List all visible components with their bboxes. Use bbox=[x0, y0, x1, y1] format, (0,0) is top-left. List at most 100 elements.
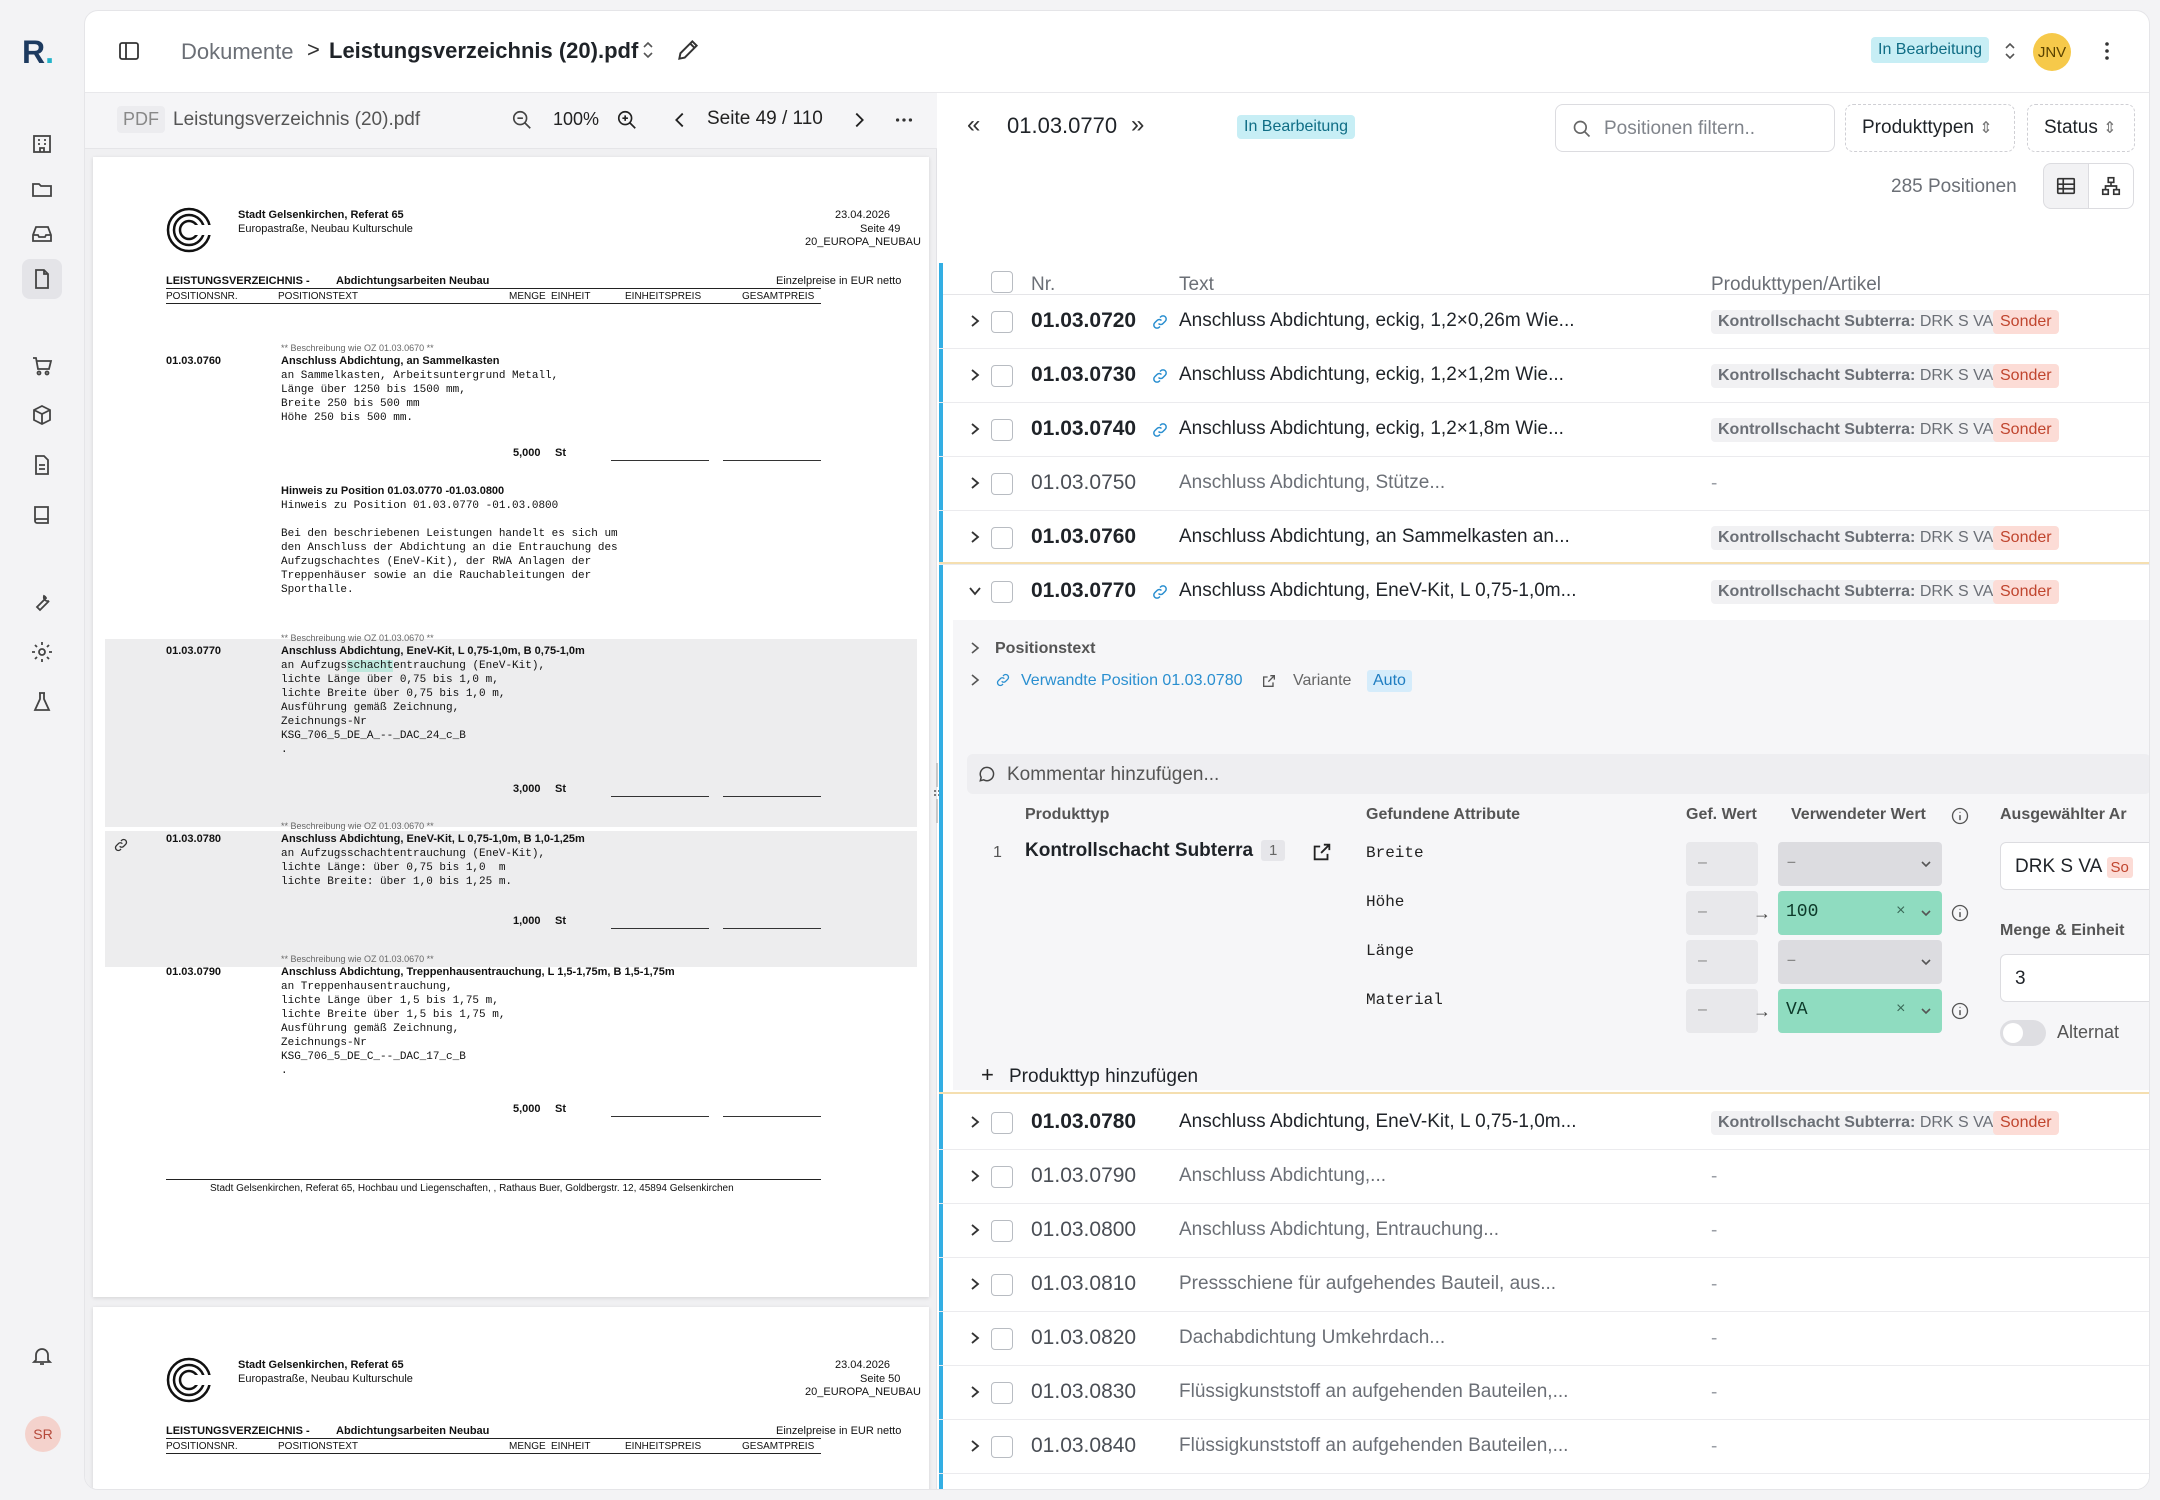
last-position-button[interactable]: » bbox=[1131, 111, 1144, 139]
pencil-icon[interactable] bbox=[675, 37, 701, 63]
chevron-right-icon[interactable] bbox=[967, 672, 983, 688]
row-checkbox[interactable] bbox=[991, 311, 1013, 333]
table-row[interactable]: 01.03.0810 Pressschiene für aufgehendes B… bbox=[939, 1258, 2149, 1312]
box-icon[interactable] bbox=[22, 395, 62, 435]
used-value-select[interactable]: 100 × bbox=[1778, 891, 1942, 935]
add-producttype-button[interactable]: Produkttyp hinzufügen bbox=[1009, 1066, 1198, 1088]
flask-icon[interactable] bbox=[22, 682, 62, 722]
row-checkbox[interactable] bbox=[991, 1112, 1013, 1134]
chevron-right-icon[interactable] bbox=[967, 529, 983, 545]
column-producttypes[interactable]: Produkttypen/Artikel bbox=[1711, 274, 1881, 296]
select-all-checkbox[interactable] bbox=[991, 271, 1013, 293]
chevron-down-icon[interactable] bbox=[1920, 956, 1932, 968]
bell-icon[interactable] bbox=[22, 1336, 62, 1376]
row-checkbox[interactable] bbox=[991, 365, 1013, 387]
chevron-right-icon[interactable] bbox=[967, 1222, 983, 1238]
breadcrumb-document-title[interactable]: Leistungsverzeichnis (20).pdf bbox=[329, 38, 638, 64]
chevron-right-icon[interactable] bbox=[967, 1438, 983, 1454]
chevron-left-icon[interactable] bbox=[669, 109, 691, 131]
position-text[interactable]: Flüssigkunststoff an aufgehenden Bauteil… bbox=[1179, 1435, 1568, 1457]
position-number[interactable]: 01.03.0780 bbox=[1031, 1110, 1136, 1134]
producttype-chip[interactable]: Kontrollschacht Subterra: DRK S VA bbox=[1711, 310, 2001, 334]
table-row[interactable]: 01.03.0850 Anschluss der Abdichtung, Gelä… bbox=[939, 1474, 2149, 1489]
table-row[interactable]: 01.03.0780 Anschluss Abdichtung, EneV-Kit… bbox=[939, 1096, 2149, 1150]
clear-icon[interactable]: × bbox=[1896, 1000, 1906, 1018]
position-number[interactable]: 01.03.0830 bbox=[1031, 1380, 1136, 1404]
external-link-icon[interactable] bbox=[1311, 841, 1333, 863]
book-icon[interactable] bbox=[22, 495, 62, 535]
info-icon[interactable] bbox=[1950, 903, 1970, 923]
position-text[interactable]: Anschluss Abdichtung, Entrauchung... bbox=[1179, 1219, 1499, 1241]
chevron-right-icon[interactable] bbox=[967, 421, 983, 437]
chevron-down-icon[interactable] bbox=[1920, 907, 1932, 919]
position-number[interactable]: 01.03.0850 bbox=[1031, 1488, 1136, 1489]
producttype-chip[interactable]: Kontrollschacht Subterra: DRK S VA bbox=[1711, 364, 2001, 388]
zoom-in-icon[interactable] bbox=[616, 109, 638, 131]
producttype-chip[interactable]: Kontrollschacht Subterra: DRK S VA bbox=[1711, 418, 2001, 442]
position-status-badge[interactable]: In Bearbeitung bbox=[1237, 115, 1356, 139]
status-dropdown[interactable]: Status ⇕ bbox=[2027, 104, 2135, 152]
table-row[interactable]: 01.03.0790 Anschluss Abdichtung,... - bbox=[939, 1150, 2149, 1204]
table-row[interactable]: 01.03.0750 Anschluss Abdichtung, Stütze..… bbox=[939, 457, 2149, 511]
external-link-icon[interactable] bbox=[1261, 673, 1277, 689]
chevron-right-icon[interactable] bbox=[967, 313, 983, 329]
producttype-chip[interactable]: Kontrollschacht Subterra: DRK S VA bbox=[1711, 1111, 2001, 1135]
producttypes-dropdown[interactable]: Produkttypen ⇕ bbox=[1845, 104, 2015, 152]
app-logo[interactable]: R. bbox=[22, 34, 58, 70]
row-checkbox[interactable] bbox=[991, 1274, 1013, 1296]
document-status-badge[interactable]: In Bearbeitung bbox=[1871, 37, 1990, 63]
link-icon[interactable] bbox=[1151, 367, 1169, 385]
position-number[interactable]: 01.03.0840 bbox=[1031, 1434, 1136, 1458]
row-checkbox[interactable] bbox=[991, 473, 1013, 495]
inbox-icon[interactable] bbox=[22, 214, 62, 254]
table-row[interactable]: 01.03.0820 Dachabdichtung Umkehrdach... - bbox=[939, 1312, 2149, 1366]
position-number[interactable]: 01.03.0740 bbox=[1031, 417, 1136, 441]
info-icon[interactable] bbox=[1950, 806, 1970, 826]
positionstext-toggle[interactable]: Positionstext bbox=[995, 640, 1095, 658]
row-checkbox[interactable] bbox=[991, 419, 1013, 441]
chevron-right-icon[interactable] bbox=[967, 1114, 983, 1130]
used-value-select[interactable]: VA × bbox=[1778, 989, 1942, 1033]
chevron-right-icon[interactable] bbox=[848, 109, 870, 131]
position-text[interactable]: Anschluss Abdichtung, eckig, 1,2×1,2m Wi… bbox=[1179, 364, 1564, 386]
position-text[interactable]: Anschluss Abdichtung, Stütze... bbox=[1179, 472, 1445, 494]
chevron-up-down-icon[interactable] bbox=[640, 39, 656, 61]
table-row[interactable]: 01.03.0720 Anschluss Abdichtung, eckig, 1… bbox=[939, 295, 2149, 349]
positions-filter-input[interactable]: Positionen filtern.. bbox=[1555, 104, 1835, 152]
selected-article-select[interactable]: DRK S VA So bbox=[2000, 842, 2149, 890]
cart-icon[interactable] bbox=[22, 346, 62, 386]
table-row[interactable]: 01.03.0830 Flüssigkunststoff an aufgehend… bbox=[939, 1366, 2149, 1420]
position-number[interactable]: 01.03.0730 bbox=[1031, 363, 1136, 387]
position-text[interactable]: Anschluss Abdichtung, an Sammelkasten an… bbox=[1179, 526, 1570, 548]
plus-icon[interactable]: + bbox=[981, 1062, 994, 1088]
position-text[interactable]: Anschluss Abdichtung,... bbox=[1179, 1165, 1386, 1187]
quantity-input[interactable]: 3 bbox=[2000, 954, 2149, 1002]
sidebar-toggle-icon[interactable] bbox=[117, 39, 141, 63]
position-number[interactable]: 01.03.0820 bbox=[1031, 1326, 1136, 1350]
position-text[interactable]: Dachabdichtung Umkehrdach... bbox=[1179, 1327, 1445, 1349]
folder-icon[interactable] bbox=[22, 169, 62, 209]
chevron-right-icon[interactable] bbox=[967, 1276, 983, 1292]
chevron-up-down-icon[interactable] bbox=[2003, 41, 2017, 61]
chevron-down-icon[interactable] bbox=[1920, 858, 1932, 870]
chevron-right-icon[interactable] bbox=[967, 1384, 983, 1400]
table-row[interactable]: 01.03.0740 Anschluss Abdichtung, eckig, 1… bbox=[939, 403, 2149, 457]
position-text[interactable]: Flüssigkunststoff an aufgehenden Bauteil… bbox=[1179, 1381, 1568, 1403]
position-number[interactable]: 01.03.0720 bbox=[1031, 309, 1136, 333]
table-view-button[interactable] bbox=[2043, 163, 2089, 209]
column-text[interactable]: Text bbox=[1179, 274, 1214, 296]
chevron-right-icon[interactable] bbox=[967, 640, 983, 656]
column-nr[interactable]: Nr. bbox=[1031, 274, 1055, 296]
position-number[interactable]: 01.03.0800 bbox=[1031, 1218, 1136, 1242]
used-value-select[interactable]: – bbox=[1778, 940, 1942, 984]
position-number[interactable]: 01.03.0810 bbox=[1031, 1272, 1136, 1296]
first-position-button[interactable]: « bbox=[967, 111, 980, 139]
more-horizontal-icon[interactable] bbox=[893, 109, 915, 131]
row-checkbox[interactable] bbox=[991, 1382, 1013, 1404]
row-checkbox[interactable] bbox=[991, 527, 1013, 549]
file-text-icon[interactable] bbox=[22, 445, 62, 485]
link-icon[interactable] bbox=[1151, 313, 1169, 331]
row-checkbox[interactable] bbox=[991, 1328, 1013, 1350]
gear-icon[interactable] bbox=[22, 632, 62, 672]
user-avatar[interactable]: SR bbox=[25, 1416, 61, 1452]
